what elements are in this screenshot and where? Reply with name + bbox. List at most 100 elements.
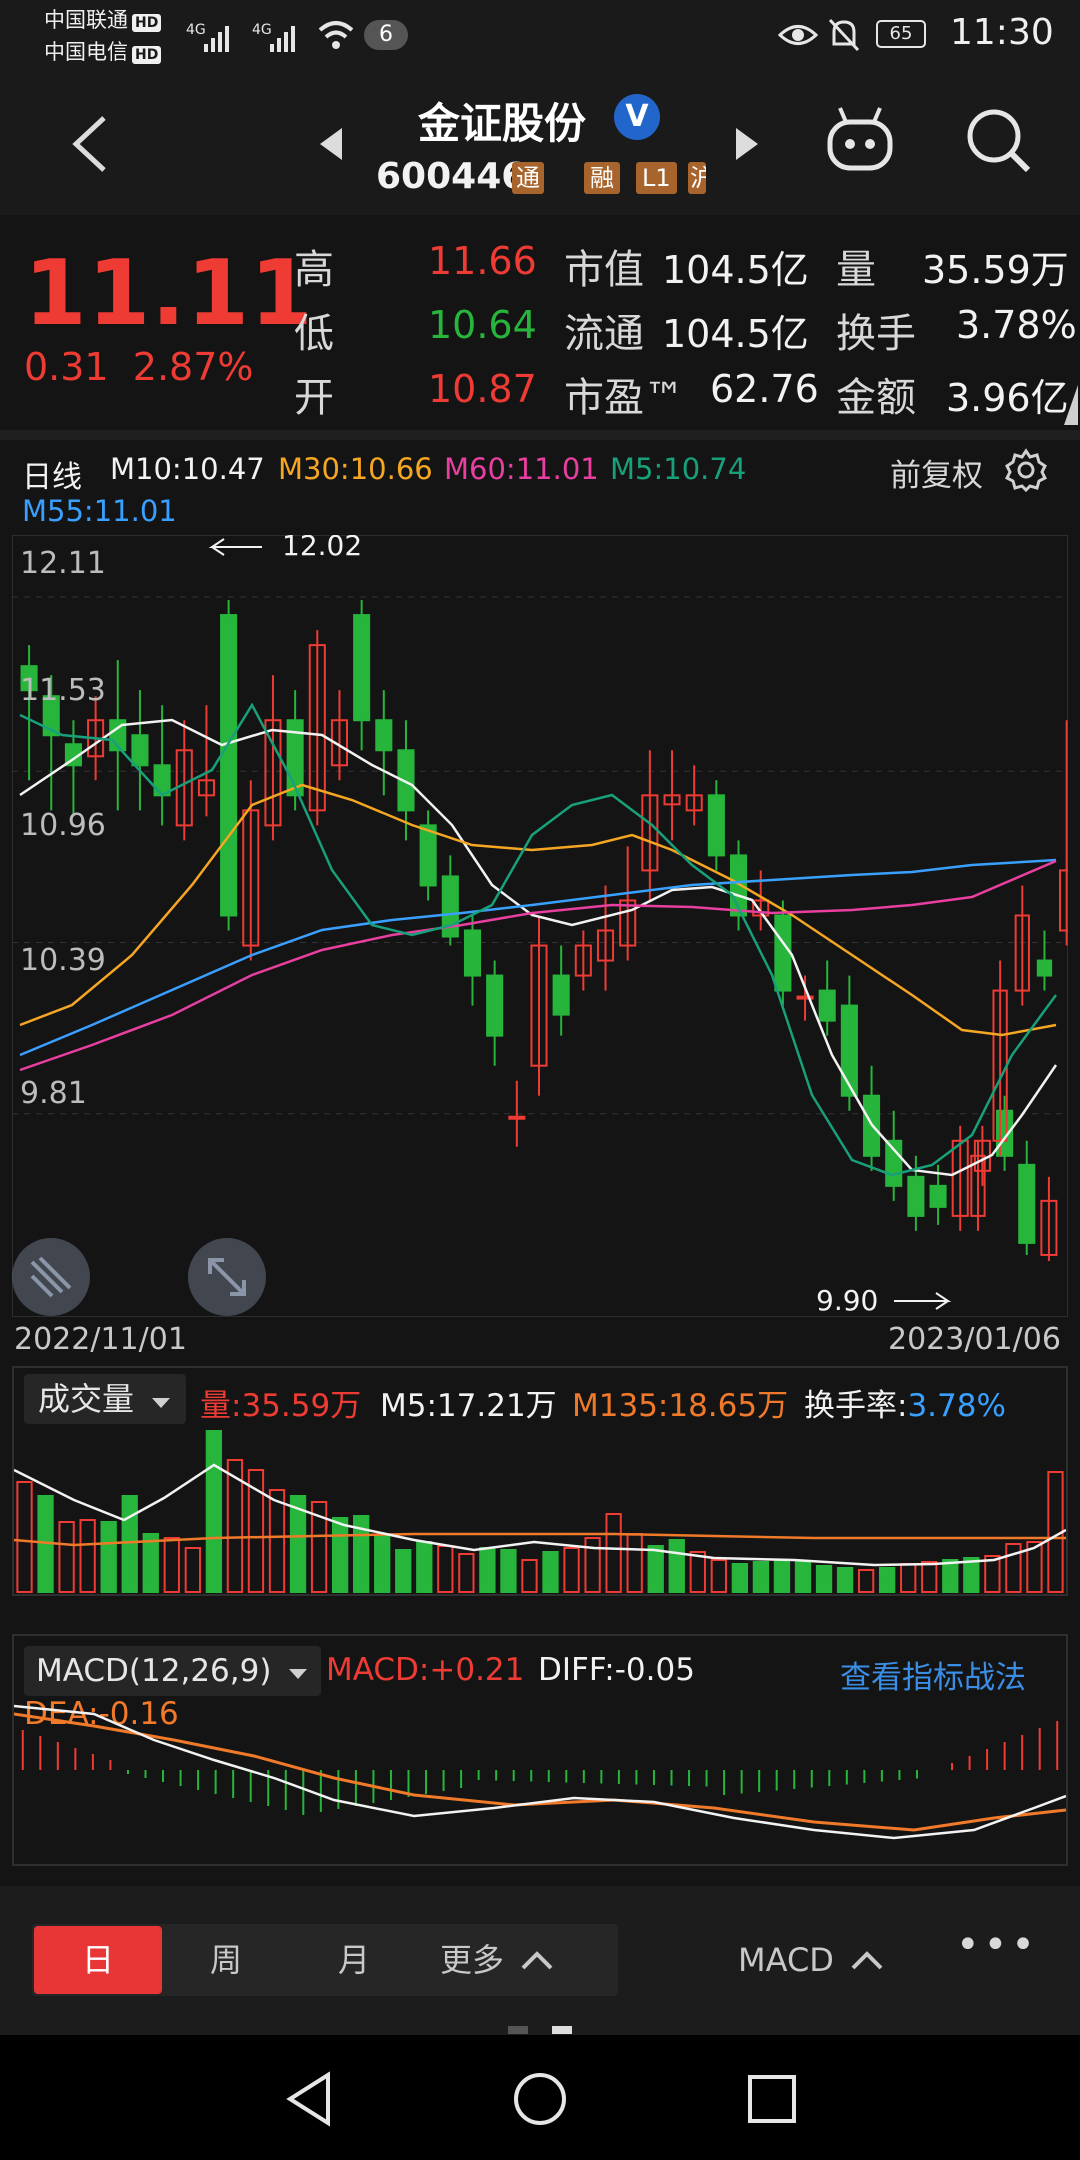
stock-name: 金证股份 <box>418 99 587 148</box>
macd-dropdown-label: MACD(12,26,9) <box>36 1653 272 1689</box>
page-indicator-dot <box>508 2026 528 2034</box>
prev-stock-button[interactable] <box>318 126 344 166</box>
stock-code: 600446 <box>376 156 527 197</box>
chevron-up-icon <box>851 1951 883 1970</box>
nav-back-icon <box>286 2071 330 2127</box>
chart-tool-button[interactable] <box>12 1238 90 1316</box>
y-tick-label: 9.81 <box>20 1076 87 1111</box>
tab-week[interactable]: 周 <box>162 1926 290 1994</box>
search-button[interactable] <box>964 106 1034 180</box>
indicator-selector-label: MACD <box>738 1941 834 1979</box>
robot-assistant-button[interactable] <box>824 104 896 180</box>
market-cap-label: 市值 <box>564 247 644 293</box>
net-1: 4G <box>186 22 206 38</box>
change-percent: 2.87% <box>132 345 254 389</box>
next-stock-button[interactable] <box>734 126 760 166</box>
tag-hu: 沪 <box>688 162 706 194</box>
high-marker-label: 12.02 <box>282 535 362 562</box>
nav-home-icon <box>514 2073 566 2125</box>
draw-lines-icon <box>30 1256 72 1298</box>
macd-dropdown[interactable]: MACD(12,26,9) <box>24 1646 322 1696</box>
period-label: 日线 <box>22 460 82 495</box>
volume-dropdown-label: 成交量 <box>38 1380 135 1418</box>
notification-count: 6 <box>364 20 408 50</box>
float-cap-label: 流通 <box>564 311 644 357</box>
kline-chart[interactable]: 12.11 11.53 10.96 10.39 9.81 12.02 9.90 <box>12 535 1068 1317</box>
tab-more-label: 更多 <box>440 1941 505 1979</box>
chevron-up-icon <box>521 1951 553 1970</box>
market-cap-value: 104.5亿 <box>662 248 809 292</box>
nav-recents-button[interactable] <box>746 2073 798 2129</box>
adjust-button[interactable]: 前复权 <box>890 450 983 495</box>
diff-value-label: DIFF:-0.05 <box>538 1652 695 1688</box>
back-button[interactable] <box>70 114 110 178</box>
low-arrow-icon <box>894 1292 952 1310</box>
tab-month[interactable]: 月 <box>290 1926 418 1994</box>
turnover-value: 3.78% <box>956 303 1077 347</box>
pe-label: 市盈™ <box>564 375 684 421</box>
ma5-label: M5:10.74 <box>610 452 747 486</box>
system-nav-bar <box>0 2035 1080 2160</box>
high-value: 11.66 <box>428 239 537 283</box>
wifi-icon <box>316 16 356 56</box>
y-tick-label: 10.39 <box>20 943 106 978</box>
mute-bell-icon <box>826 16 862 58</box>
chevron-left-icon <box>72 116 106 172</box>
turnover-label: 换手 <box>836 311 916 357</box>
volume-value: 35.59万 <box>922 248 1069 292</box>
battery-icon: 65 <box>876 20 926 48</box>
volume-dropdown[interactable]: 成交量 <box>24 1374 187 1424</box>
low-value: 10.64 <box>428 303 537 347</box>
nav-recents-icon <box>748 2075 796 2123</box>
ma60-label: M60:11.01 <box>444 452 599 486</box>
date-end: 2023/01/06 <box>888 1322 1061 1357</box>
clock: 11:30 <box>950 12 1054 53</box>
triangle-right-icon <box>736 128 758 160</box>
open-value: 10.87 <box>428 367 537 411</box>
verified-badge: V <box>614 94 660 140</box>
nav-back-button[interactable] <box>284 2071 334 2131</box>
macd-chart[interactable] <box>14 1700 1066 1864</box>
amount-label: 金额 <box>836 375 916 421</box>
change-value: 0.31 <box>24 345 109 389</box>
turnover-rate-label: 换手率:3.78% <box>804 1388 1006 1424</box>
chart-settings-button[interactable] <box>1004 448 1048 496</box>
net-2: 4G <box>252 22 272 38</box>
indicator-strategy-link[interactable]: 查看指标战法 <box>840 1652 1026 1697</box>
status-bar: 中国联通 HD 中国电信 HD 4G 4G 6 65 11:30 <box>0 0 1080 70</box>
more-options-button[interactable]: ••• <box>956 1922 1039 1968</box>
stock-header: 金证股份 V 600446 通 融 L1 沪 <box>0 70 1080 215</box>
y-tick-label: 12.11 <box>20 546 106 581</box>
volume-m135-label: M135:18.65万 <box>572 1388 789 1424</box>
macd-value-label: MACD:+0.21 <box>326 1652 525 1688</box>
tab-day[interactable]: 日 <box>34 1926 162 1994</box>
y-tick-label: 11.53 <box>20 673 106 708</box>
expand-corner-icon[interactable] <box>1064 385 1078 429</box>
quote-panel: 11.11 0.31 2.87% 高 11.66 市值 104.5亿 量 35.… <box>0 215 1080 430</box>
tag-l1: L1 <box>636 162 677 194</box>
low-marker-label: 9.90 <box>816 1284 878 1317</box>
page-indicator-dot-active <box>552 2026 572 2034</box>
high-label: 高 <box>294 247 334 293</box>
carrier-1: 中国联通 HD <box>44 4 162 36</box>
indicator-selector[interactable]: MACD <box>738 1926 884 1994</box>
volume-chart[interactable] <box>14 1430 1066 1594</box>
volume-label: 量 <box>836 247 876 293</box>
caret-down-icon <box>152 1398 171 1408</box>
float-cap-value: 104.5亿 <box>662 312 809 356</box>
signal-icon: 4G 4G <box>186 16 295 56</box>
pe-value: 62.76 <box>710 367 819 411</box>
nav-home-button[interactable] <box>512 2071 568 2131</box>
eye-icon <box>777 18 819 56</box>
price-change: 0.31 2.87% <box>24 345 254 389</box>
fullscreen-button[interactable] <box>188 1238 266 1316</box>
caret-down-icon <box>289 1669 308 1679</box>
expand-arrows-icon <box>208 1258 246 1296</box>
carrier-2: 中国电信 HD <box>44 36 162 68</box>
low-label: 低 <box>294 311 334 357</box>
amount-value: 3.96亿 <box>946 376 1069 420</box>
section-divider <box>0 430 1080 440</box>
open-label: 开 <box>294 375 334 421</box>
ma30-label: M30:10.66 <box>278 452 433 486</box>
tab-more[interactable]: 更多 <box>440 1926 554 1994</box>
